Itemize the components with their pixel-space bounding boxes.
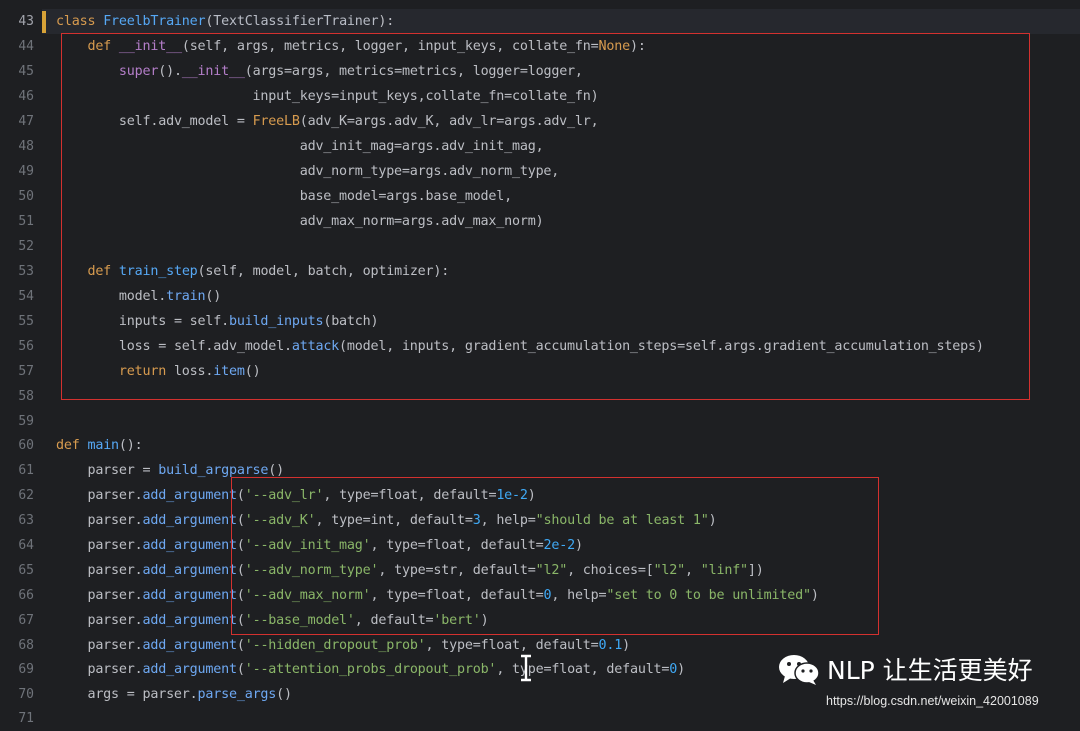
line-number: 62 xyxy=(18,488,34,503)
highlight-box-trainer xyxy=(61,33,1030,400)
line-number: 44 xyxy=(18,39,34,54)
line-number: 64 xyxy=(18,538,34,553)
line-number: 57 xyxy=(18,364,34,379)
line-number: 53 xyxy=(18,264,34,279)
line-number: 45 xyxy=(18,64,34,79)
line-number: 66 xyxy=(18,588,34,603)
text-cursor-icon xyxy=(521,654,531,682)
code-line[interactable]: 59 xyxy=(0,409,1080,434)
line-number: 52 xyxy=(18,239,34,254)
code-text: parser.add_argument('--attention_probs_d… xyxy=(87,662,686,677)
code-text: def main(): xyxy=(56,438,143,453)
line-number: 49 xyxy=(18,164,34,179)
line-number: 71 xyxy=(18,711,34,726)
line-number: 54 xyxy=(18,289,34,304)
line-number: 58 xyxy=(18,389,34,404)
watermark: NLP 让生活更美好 xyxy=(777,652,1033,686)
code-line[interactable]: 71 xyxy=(0,706,1080,731)
line-number: 61 xyxy=(18,463,34,478)
line-number: 69 xyxy=(18,662,34,677)
code-line[interactable]: 60 def main(): xyxy=(0,433,1080,458)
line-number: 65 xyxy=(18,563,34,578)
line-number: 48 xyxy=(18,139,34,154)
line-number: 60 xyxy=(18,438,34,453)
line-number: 50 xyxy=(18,189,34,204)
code-text: parser.add_argument('--hidden_dropout_pr… xyxy=(87,638,630,653)
code-text: args = parser.parse_args() xyxy=(87,687,292,702)
code-line[interactable]: 43 class FreelbTrainer(TextClassifierTrai… xyxy=(0,9,1080,34)
line-number: 56 xyxy=(18,339,34,354)
line-number: 70 xyxy=(18,687,34,702)
line-number: 43 xyxy=(18,14,34,29)
line-number: 63 xyxy=(18,513,34,528)
highlight-box-arguments xyxy=(231,477,879,635)
line-number: 55 xyxy=(18,314,34,329)
code-text: class FreelbTrainer(TextClassifierTraine… xyxy=(56,14,395,29)
watermark-text: NLP 让生活更美好 xyxy=(827,656,1033,685)
line-number: 46 xyxy=(18,89,34,104)
line-number: 42 xyxy=(0,0,34,9)
code-editor[interactable]: 42 43 class FreelbTrainer(TextClassifierT… xyxy=(0,0,1080,726)
wechat-icon xyxy=(779,655,820,685)
line-number: 51 xyxy=(18,214,34,229)
line-number: 59 xyxy=(18,414,34,429)
line-number: 68 xyxy=(18,638,34,653)
code-line[interactable]: 42 xyxy=(0,0,1080,9)
watermark-url: https://blog.csdn.net/weixin_42001089 xyxy=(826,694,1039,708)
line-number: 47 xyxy=(18,114,34,129)
line-number: 67 xyxy=(18,613,34,628)
